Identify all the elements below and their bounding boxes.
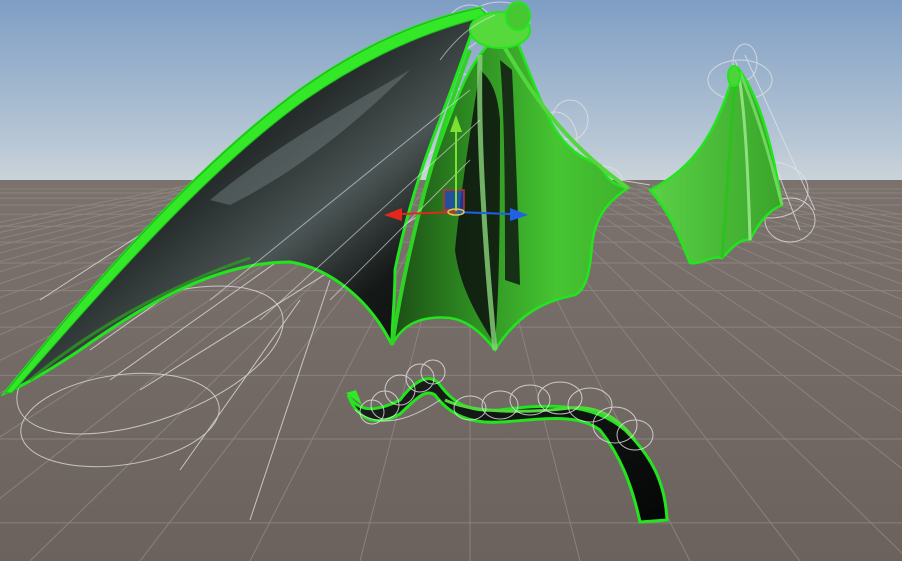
gizmo-plane-handle-xz[interactable] (443, 189, 465, 211)
scene-viewport[interactable] (0, 0, 902, 561)
right-wing-shoulder-joint[interactable] (727, 65, 741, 87)
scene-canvas[interactable] (0, 0, 902, 561)
left-wing-shoulder-cap (505, 1, 531, 31)
